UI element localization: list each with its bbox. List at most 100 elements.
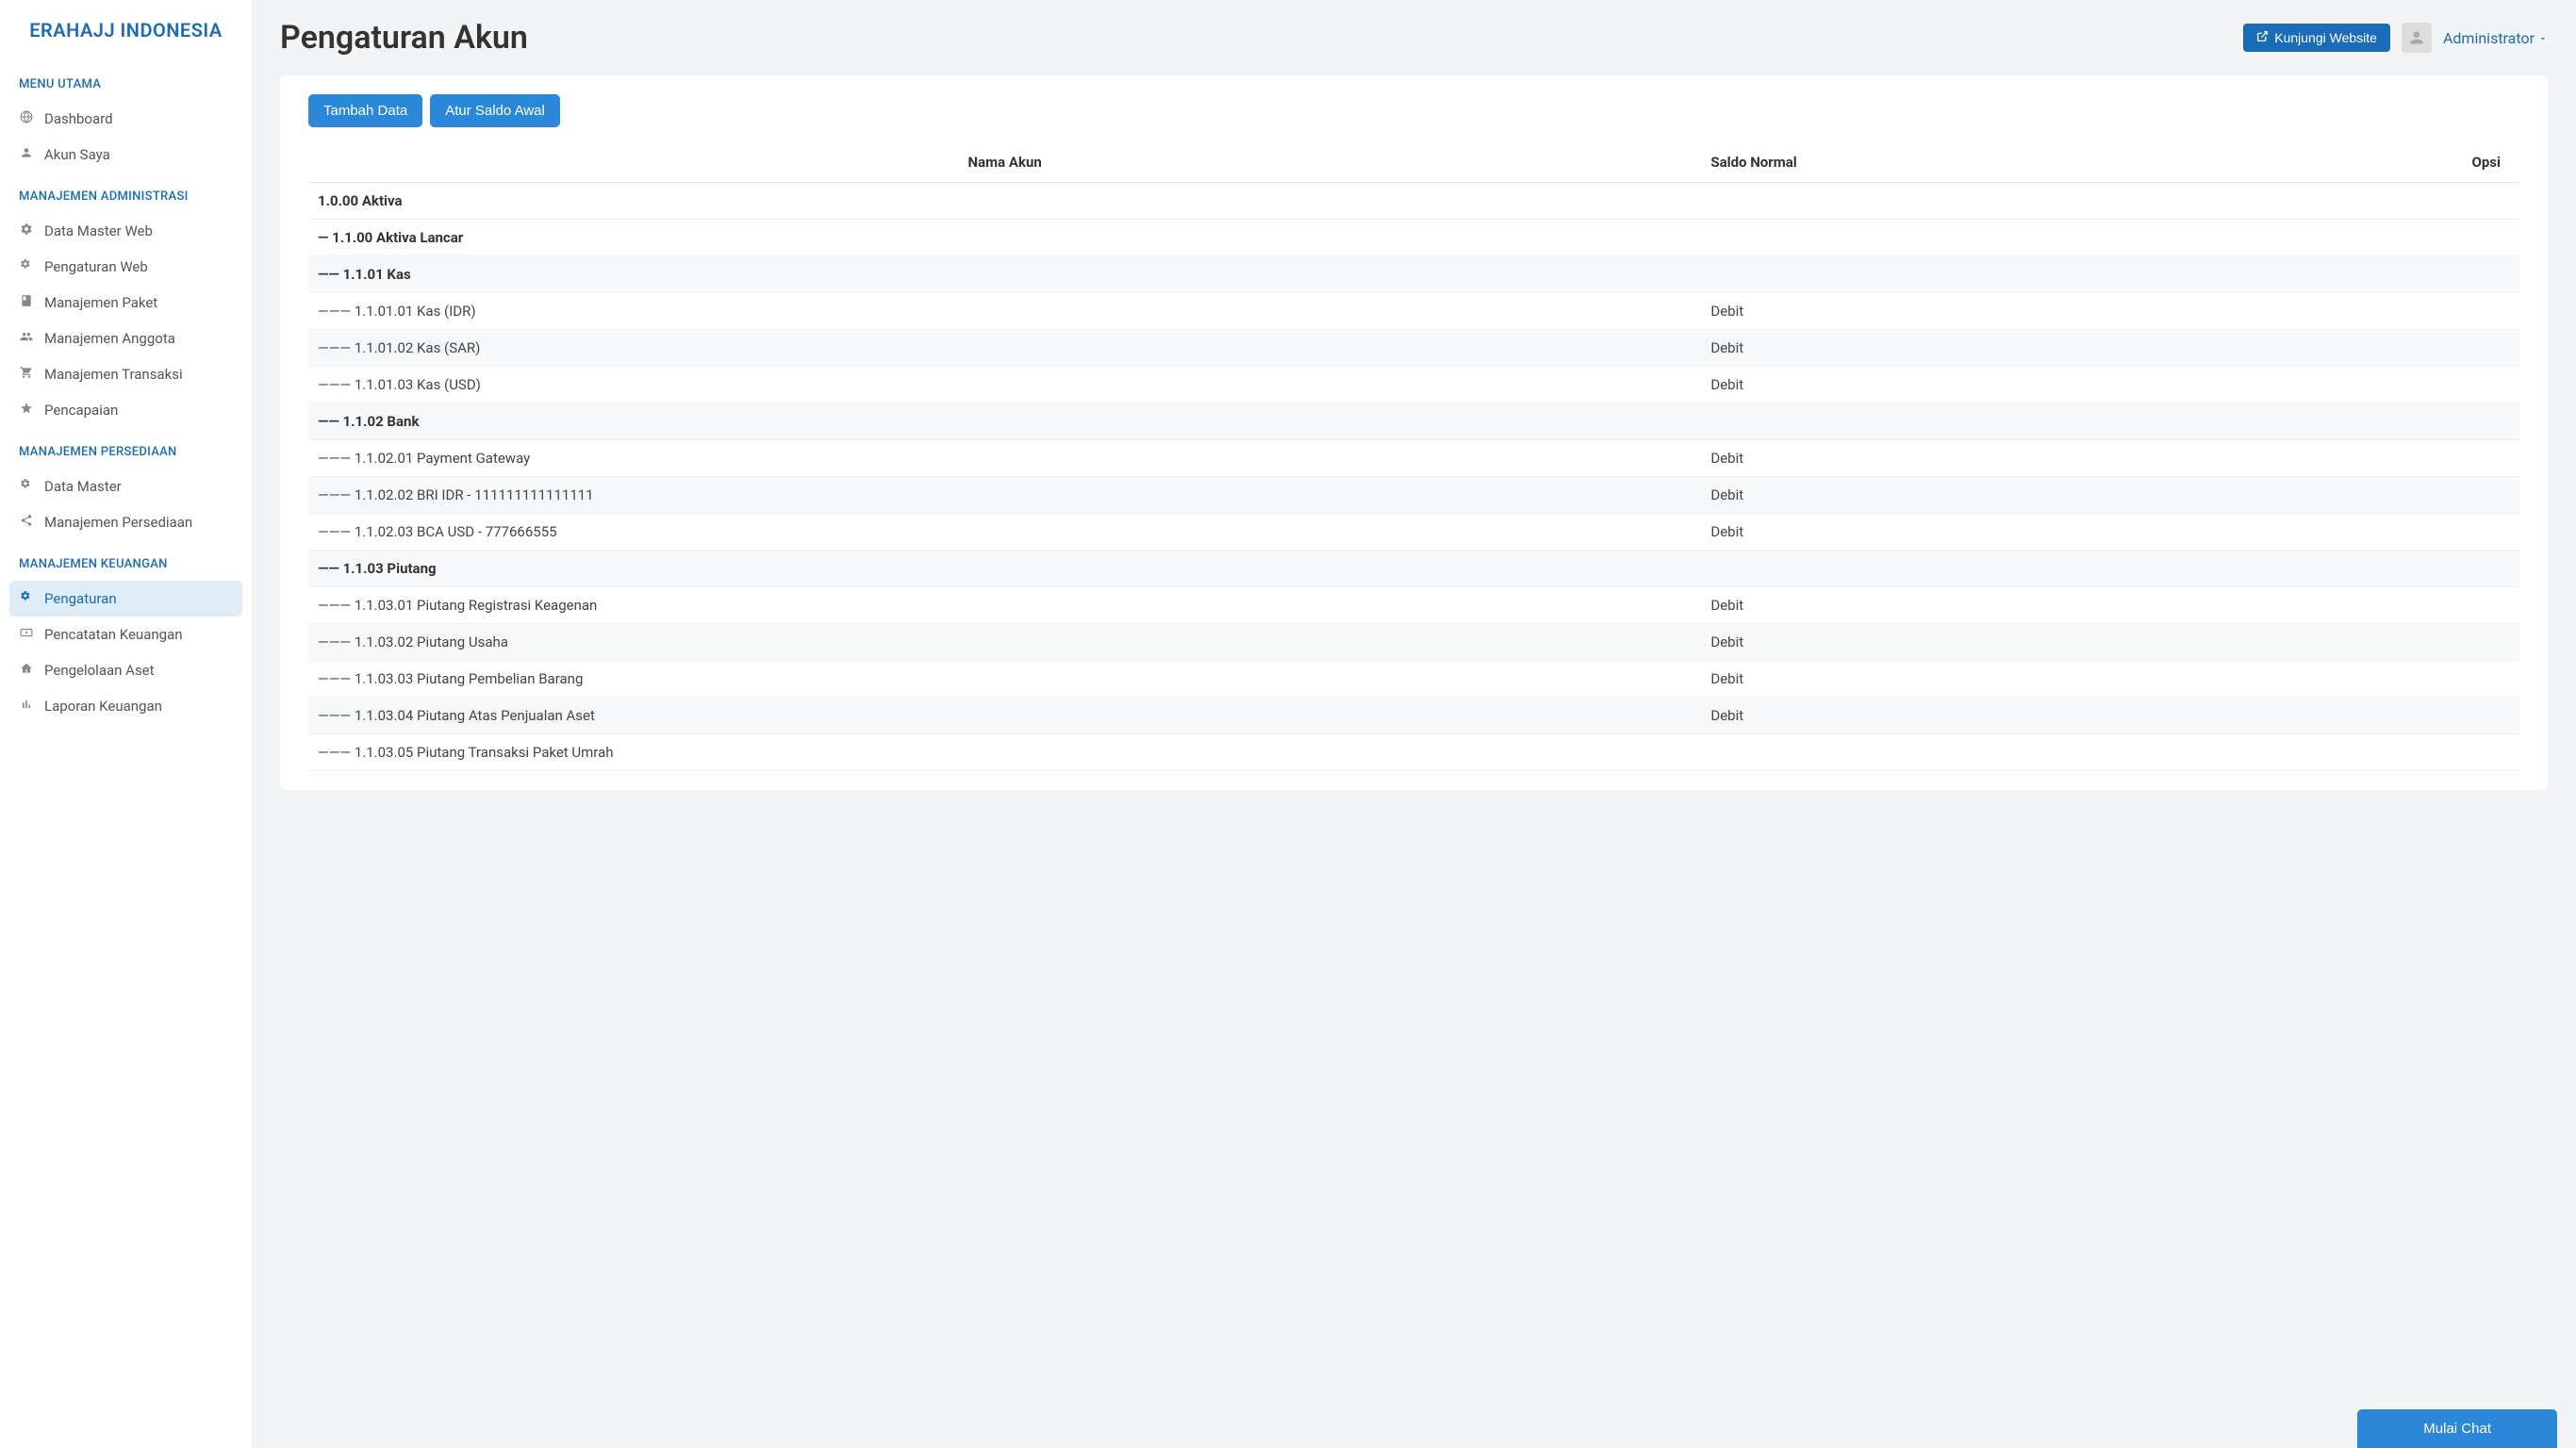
- accounts-table: Nama Akun Saldo Normal Opsi 1.0.00 Aktiv…: [308, 142, 2519, 771]
- sidebar-item-label: Dashboard: [44, 110, 113, 127]
- money-icon: [19, 626, 34, 643]
- cell-saldo: [1701, 183, 2143, 220]
- sidebar-item-label: Manajemen Persediaan: [44, 514, 192, 531]
- cell-opsi: [2143, 183, 2519, 220]
- chart-icon: [19, 698, 34, 715]
- cell-opsi: [2143, 220, 2519, 256]
- users-icon: [19, 330, 34, 347]
- cell-saldo: Debit: [1701, 587, 2143, 624]
- cell-saldo: Debit: [1701, 330, 2143, 367]
- table-row: ——— 1.1.02.03 BCA USD - 777666555Debit: [308, 514, 2519, 551]
- gears-icon: [19, 478, 34, 495]
- cell-name: —— 1.1.03 Piutang: [308, 551, 1701, 587]
- brand-title: ERAHAJJ INDONESIA: [0, 19, 252, 60]
- chat-button[interactable]: Mulai Chat: [2357, 1409, 2557, 1448]
- table-row: 1.0.00 Aktiva: [308, 183, 2519, 220]
- sidebar-item[interactable]: Data Master: [0, 469, 252, 504]
- sidebar-item[interactable]: Pencapaian: [0, 392, 252, 428]
- cell-opsi: [2143, 698, 2519, 734]
- cell-saldo: Debit: [1701, 624, 2143, 661]
- cell-saldo: Debit: [1701, 440, 2143, 477]
- cell-opsi: [2143, 440, 2519, 477]
- sidebar-section-title: MANAJEMEN KEUANGAN: [0, 540, 252, 581]
- visit-website-label: Kunjungi Website: [2274, 30, 2377, 45]
- sidebar-section-title: MANAJEMEN ADMINISTRASI: [0, 173, 252, 213]
- sidebar-item[interactable]: Laporan Keuangan: [0, 688, 252, 724]
- sidebar-item-label: Manajemen Anggota: [44, 330, 175, 347]
- cell-name: —— 1.1.02 Bank: [308, 403, 1701, 440]
- cell-name: ——— 1.1.03.04 Piutang Atas Penjualan Ase…: [308, 698, 1701, 734]
- sidebar-item-label: Pengaturan Web: [44, 258, 148, 275]
- cell-name: ——— 1.1.03.03 Piutang Pembelian Barang: [308, 661, 1701, 698]
- cell-saldo: Debit: [1701, 698, 2143, 734]
- topbar: Pengaturan Akun Kunjungi Website Adminis…: [280, 19, 2548, 57]
- gear-icon: [19, 222, 34, 239]
- sidebar-item[interactable]: Pengaturan: [9, 581, 242, 617]
- sidebar-item-label: Data Master Web: [44, 222, 153, 239]
- table-row: —— 1.1.01 Kas: [308, 256, 2519, 293]
- cell-opsi: [2143, 661, 2519, 698]
- cell-saldo: [1701, 256, 2143, 293]
- cell-name: —— 1.1.01 Kas: [308, 256, 1701, 293]
- cell-name: 1.0.00 Aktiva: [308, 183, 1701, 220]
- avatar[interactable]: [2402, 23, 2432, 53]
- cell-name: ——— 1.1.01.01 Kas (IDR): [308, 293, 1701, 330]
- cell-saldo: Debit: [1701, 293, 2143, 330]
- set-balance-button[interactable]: Atur Saldo Awal: [430, 94, 560, 127]
- sidebar-item[interactable]: Manajemen Persediaan: [0, 504, 252, 540]
- cell-saldo: Debit: [1701, 477, 2143, 514]
- table-row: ——— 1.1.01.01 Kas (IDR)Debit: [308, 293, 2519, 330]
- cell-name: ——— 1.1.02.03 BCA USD - 777666555: [308, 514, 1701, 551]
- gears-icon: [19, 590, 34, 607]
- sidebar-item[interactable]: Akun Saya: [0, 137, 252, 173]
- sidebar-item[interactable]: Dashboard: [0, 101, 252, 137]
- cell-opsi: [2143, 551, 2519, 587]
- cart-icon: [19, 366, 34, 383]
- cell-opsi: [2143, 367, 2519, 403]
- user-menu[interactable]: Administrator: [2443, 29, 2548, 47]
- gears-icon: [19, 258, 34, 275]
- table-row: ——— 1.1.02.01 Payment GatewayDebit: [308, 440, 2519, 477]
- sidebar-item-label: Pengaturan: [44, 590, 117, 607]
- col-header-opsi: Opsi: [2143, 142, 2519, 183]
- cell-opsi: [2143, 477, 2519, 514]
- table-row: ——— 1.1.03.05 Piutang Transaksi Paket Um…: [308, 734, 2519, 771]
- cell-saldo: [1701, 734, 2143, 771]
- table-row: ——— 1.1.01.02 Kas (SAR)Debit: [308, 330, 2519, 367]
- add-data-button[interactable]: Tambah Data: [308, 94, 422, 127]
- sidebar-item[interactable]: Manajemen Transaksi: [0, 356, 252, 392]
- cell-name: — 1.1.00 Aktiva Lancar: [308, 220, 1701, 256]
- main-content: Pengaturan Akun Kunjungi Website Adminis…: [252, 0, 2576, 1448]
- book-icon: [19, 294, 34, 311]
- col-header-saldo: Saldo Normal: [1701, 142, 2143, 183]
- table-row: ——— 1.1.02.02 BRI IDR - 111111111111111D…: [308, 477, 2519, 514]
- external-link-icon: [2256, 30, 2269, 45]
- table-row: ——— 1.1.03.03 Piutang Pembelian BarangDe…: [308, 661, 2519, 698]
- sidebar-item[interactable]: Pengelolaan Aset: [0, 652, 252, 688]
- caret-down-icon: [2538, 29, 2548, 47]
- sidebar-item[interactable]: Manajemen Paket: [0, 285, 252, 321]
- cell-opsi: [2143, 330, 2519, 367]
- table-row: —— 1.1.03 Piutang: [308, 551, 2519, 587]
- visit-website-button[interactable]: Kunjungi Website: [2243, 24, 2390, 52]
- cell-name: ——— 1.1.02.01 Payment Gateway: [308, 440, 1701, 477]
- sidebar-item-label: Data Master: [44, 478, 122, 495]
- sidebar-item-label: Pengelolaan Aset: [44, 662, 155, 679]
- sidebar-item[interactable]: Manajemen Anggota: [0, 321, 252, 356]
- cell-saldo: Debit: [1701, 661, 2143, 698]
- table-row: ——— 1.1.01.03 Kas (USD)Debit: [308, 367, 2519, 403]
- sidebar-item[interactable]: Data Master Web: [0, 213, 252, 249]
- cell-saldo: [1701, 403, 2143, 440]
- cell-name: ——— 1.1.03.02 Piutang Usaha: [308, 624, 1701, 661]
- sidebar-item[interactable]: Pencatatan Keuangan: [0, 617, 252, 652]
- sidebar-item[interactable]: Pengaturan Web: [0, 249, 252, 285]
- table-row: — 1.1.00 Aktiva Lancar: [308, 220, 2519, 256]
- globe-icon: [19, 110, 34, 127]
- cell-opsi: [2143, 624, 2519, 661]
- cell-name: ——— 1.1.01.02 Kas (SAR): [308, 330, 1701, 367]
- page-title: Pengaturan Akun: [280, 19, 528, 57]
- cell-opsi: [2143, 734, 2519, 771]
- sidebar-item-label: Akun Saya: [44, 146, 110, 163]
- cell-name: ——— 1.1.03.01 Piutang Registrasi Keagena…: [308, 587, 1701, 624]
- scale-icon: [19, 662, 34, 679]
